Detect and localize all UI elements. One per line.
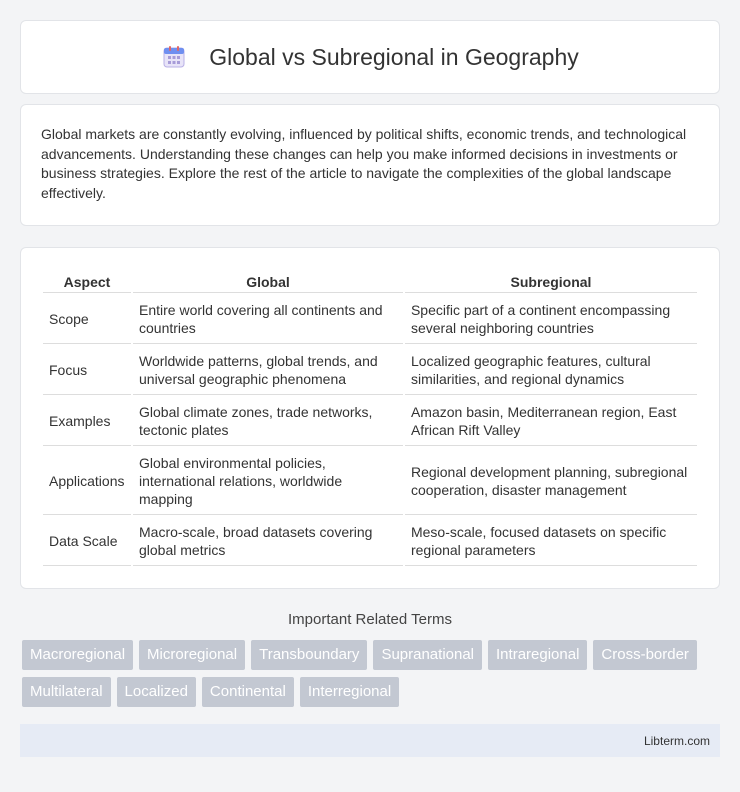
related-terms-title: Important Related Terms <box>288 611 452 628</box>
header-global: Global <box>133 270 403 293</box>
row-global-cell: Entire world covering all continents and… <box>133 295 403 344</box>
row-global-cell: Worldwide patterns, global trends, and u… <box>133 346 403 395</box>
row-subregional-cell: Regional development planning, subregion… <box>404 448 697 515</box>
table-row: Focus Worldwide patterns, global trends,… <box>43 346 697 395</box>
row-aspect-cell: Data Scale <box>43 517 131 566</box>
table-row: Applications Global environmental polici… <box>43 448 697 515</box>
row-aspect-cell: Focus <box>43 346 131 395</box>
comparison-table-card: Aspect Global Subregional Scope Entire w… <box>20 247 720 589</box>
related-term-tag[interactable]: Cross-border <box>593 640 697 670</box>
intro-text: Global markets are constantly evolving, … <box>41 126 687 201</box>
header-aspect: Aspect <box>43 270 131 293</box>
table-row: Examples Global climate zones, trade net… <box>43 397 697 446</box>
row-aspect-cell: Examples <box>43 397 131 446</box>
page-header: Global vs Subregional in Geography <box>20 20 720 94</box>
table-row: Scope Entire world covering all continen… <box>43 295 697 344</box>
comparison-table: Aspect Global Subregional Scope Entire w… <box>41 268 699 568</box>
row-aspect-cell: Applications <box>43 448 131 515</box>
row-subregional-cell: Specific part of a continent encompassin… <box>404 295 697 344</box>
related-term-tag[interactable]: Localized <box>116 677 196 707</box>
related-term-tag[interactable]: Supranational <box>373 640 483 670</box>
related-term-tag[interactable]: Macroregional <box>22 640 134 670</box>
related-term-tag[interactable]: Microregional <box>139 640 246 670</box>
table-header-row: Aspect Global Subregional <box>43 270 697 293</box>
related-term-tag[interactable]: Intraregional <box>488 640 588 670</box>
intro-section: Global markets are constantly evolving, … <box>20 104 720 226</box>
row-subregional-cell: Amazon basin, Mediterranean region, East… <box>404 397 697 446</box>
related-term-tag[interactable]: Interregional <box>299 677 400 707</box>
related-term-tag[interactable]: Continental <box>201 677 294 707</box>
row-global-cell: Global climate zones, trade networks, te… <box>133 397 403 446</box>
header-subregional: Subregional <box>404 270 697 293</box>
related-term-tag[interactable]: Transboundary <box>251 640 368 670</box>
related-term-tag[interactable]: Multilateral <box>22 677 111 707</box>
page-title: Global vs Subregional in Geography <box>209 43 579 70</box>
footer: Libterm.com <box>20 724 720 757</box>
table-row: Data Scale Macro-scale, broad datasets c… <box>43 517 697 566</box>
related-terms-list: Macroregional Microregional Transboundar… <box>22 640 720 714</box>
row-subregional-cell: Localized geographic features, cultural … <box>404 346 697 395</box>
row-subregional-cell: Meso-scale, focused datasets on specific… <box>404 517 697 566</box>
footer-site-link[interactable]: Libterm.com <box>644 734 710 748</box>
row-global-cell: Macro-scale, broad datasets covering glo… <box>133 517 403 566</box>
calendar-icon <box>161 44 187 70</box>
row-aspect-cell: Scope <box>43 295 131 344</box>
row-global-cell: Global environmental policies, internati… <box>133 448 403 515</box>
